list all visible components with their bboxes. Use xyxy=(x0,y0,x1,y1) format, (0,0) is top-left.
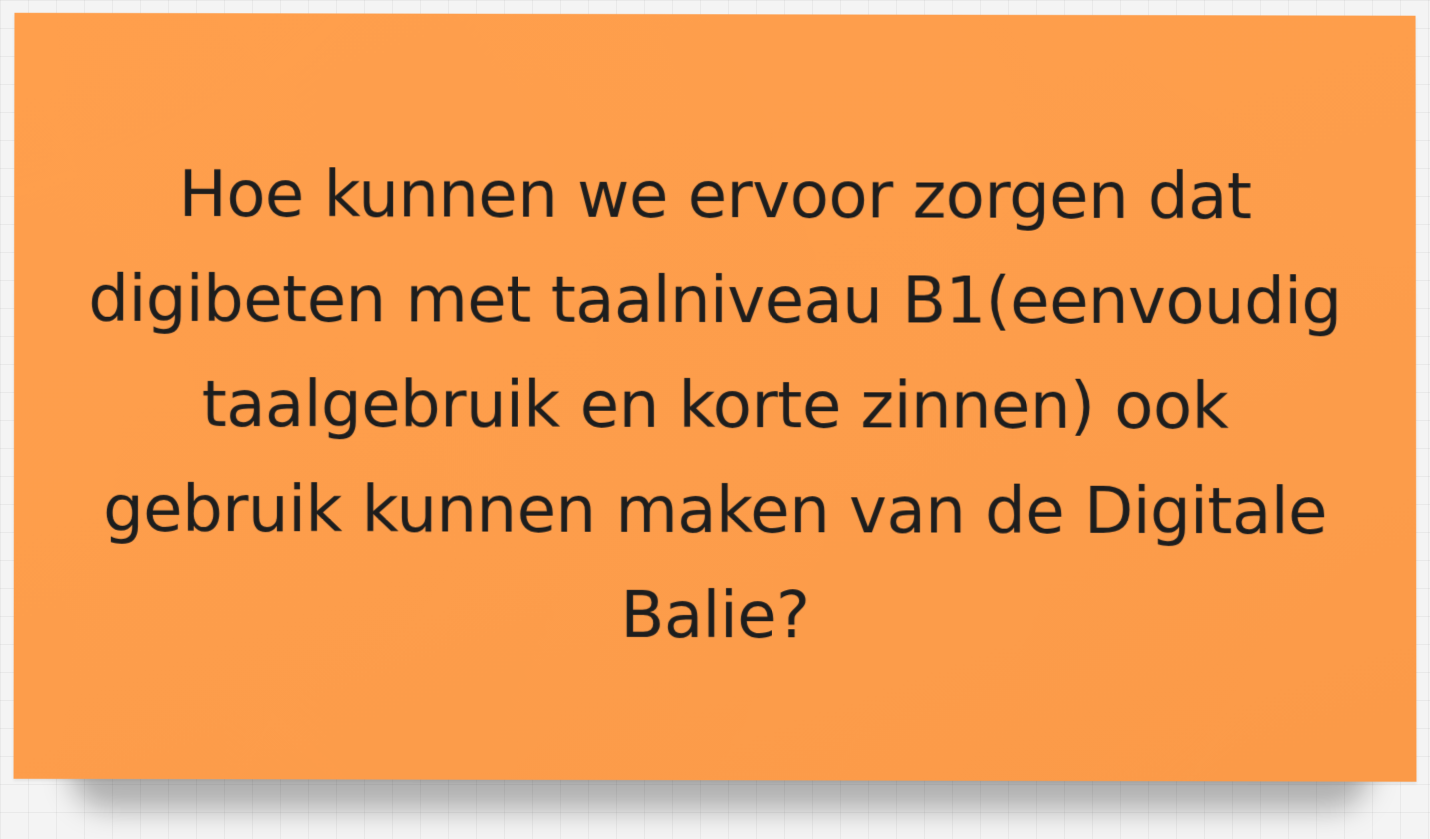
whiteboard-canvas[interactable]: Hoe kunnen we ervoor zorgen dat digibete… xyxy=(0,0,1430,839)
sticky-note[interactable]: Hoe kunnen we ervoor zorgen dat digibete… xyxy=(13,12,1417,782)
sticky-note-text[interactable]: Hoe kunnen we ervoor zorgen dat digibete… xyxy=(84,143,1347,671)
